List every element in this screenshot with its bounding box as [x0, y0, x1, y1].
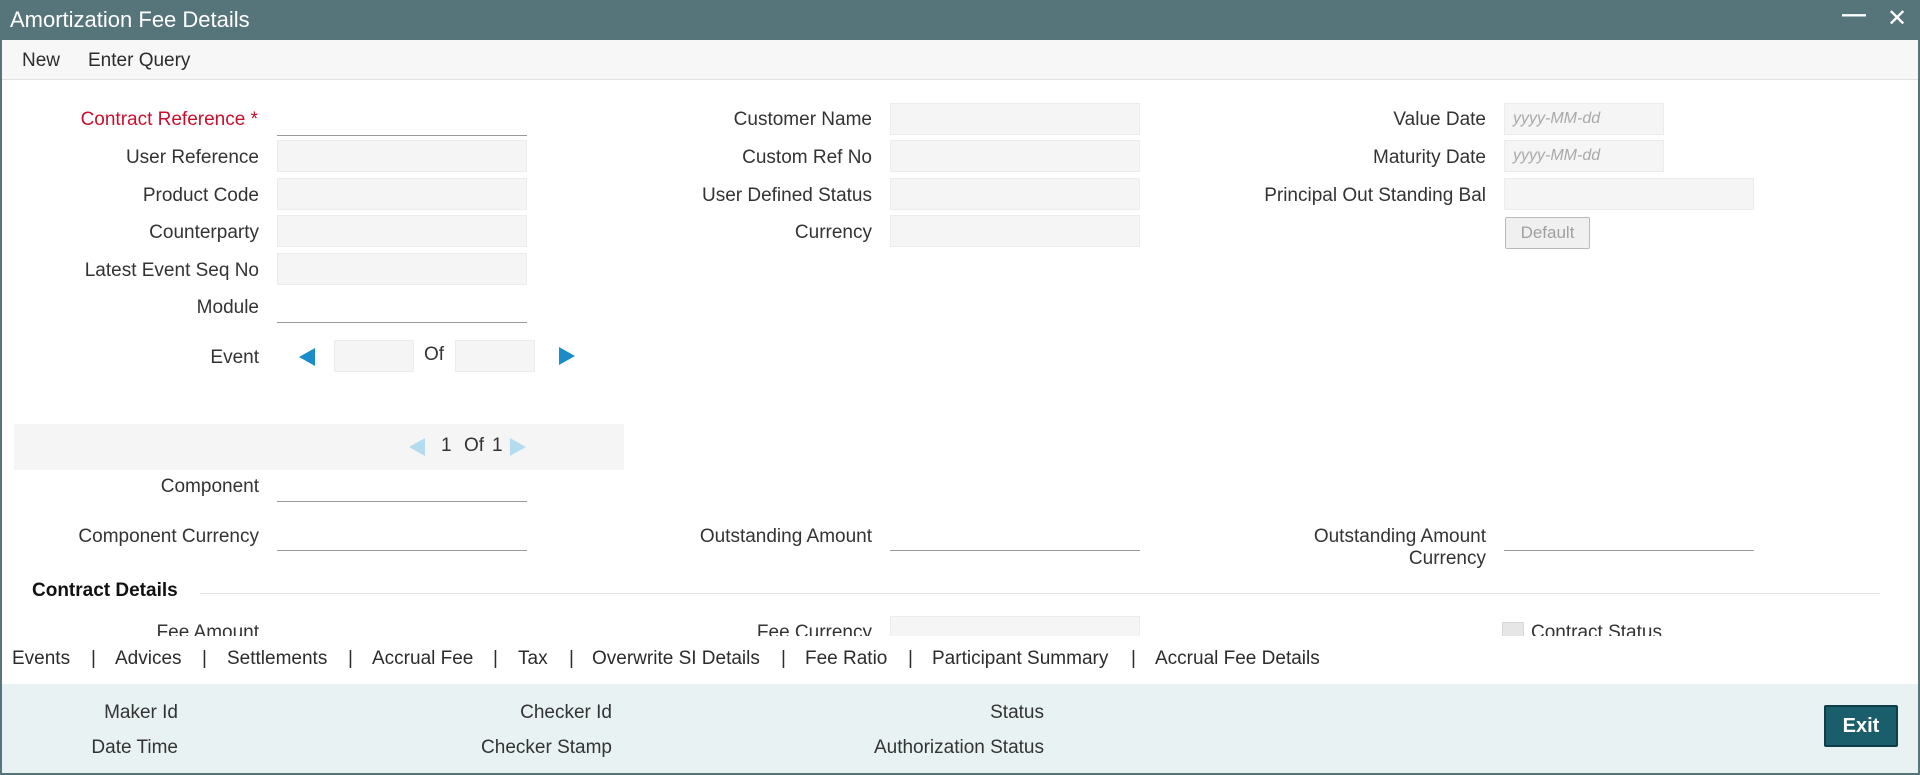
tab-fee-ratio[interactable]: Fee Ratio [805, 648, 887, 670]
currency-field[interactable] [890, 215, 1140, 247]
customer-name-field[interactable] [890, 103, 1140, 135]
event-total-field[interactable] [455, 340, 535, 372]
title-bar: Amortization Fee Details — ✕ [0, 0, 1920, 40]
tab-accrual-fee-details[interactable]: Accrual Fee Details [1155, 648, 1320, 670]
tab-participant-summary[interactable]: Participant Summary [932, 648, 1108, 670]
user-defined-status-label: User Defined Status [701, 185, 872, 206]
authorization-status-label: Authorization Status [873, 737, 1044, 758]
outstanding-amount-label: Outstanding Amount [699, 526, 872, 547]
tab-settlements[interactable]: Settlements [227, 648, 327, 670]
value-date-label: Value Date [1393, 109, 1486, 130]
tab-overwrite-si-details[interactable]: Overwrite SI Details [592, 648, 760, 670]
tab-separator: | [781, 648, 786, 669]
contract-reference-input[interactable] [277, 104, 527, 136]
menu-bar: New Enter Query [2, 40, 1918, 80]
outstanding-amount-input[interactable] [890, 519, 1140, 551]
close-icon[interactable]: ✕ [1887, 6, 1907, 32]
tab-separator: | [91, 648, 96, 669]
product-code-label: Product Code [142, 185, 259, 206]
contract-reference-label: Contract Reference * [81, 109, 258, 131]
window-title: Amortization Fee Details [10, 7, 250, 32]
currency-label: Currency [794, 222, 872, 243]
contract-reference-label-text: Contract Reference [80, 109, 246, 130]
tab-advices[interactable]: Advices [115, 648, 182, 670]
component-currency-input[interactable] [277, 519, 527, 551]
tab-events[interactable]: Events [12, 648, 70, 670]
maturity-date-field[interactable]: yyyy-MM-dd [1504, 140, 1664, 172]
user-reference-label: User Reference [125, 147, 259, 168]
counterparty-field[interactable] [277, 215, 527, 247]
principal-outstanding-bal-label: Principal Out Standing Bal [1264, 185, 1486, 206]
event-current-field[interactable] [334, 340, 414, 372]
contract-details-title: Contract Details [32, 580, 178, 601]
date-time-label: Date Time [91, 737, 178, 758]
tab-separator: | [348, 648, 353, 669]
module-label: Module [196, 297, 259, 318]
outstanding-amount-currency-label: Outstanding Amount Currency [1313, 526, 1486, 569]
value-date-field[interactable]: yyyy-MM-dd [1504, 103, 1664, 135]
tab-separator: | [569, 648, 574, 669]
tab-separator: | [493, 648, 498, 669]
event-of-label: Of [424, 344, 445, 365]
customer-name-label: Customer Name [733, 109, 872, 130]
product-code-field[interactable] [277, 178, 527, 210]
fee-currency-field[interactable] [890, 616, 1140, 636]
status-label: Status [990, 702, 1044, 723]
enter-query-menu-item[interactable]: Enter Query [88, 50, 190, 72]
default-button[interactable]: Default [1505, 217, 1590, 249]
checker-id-label: Checker Id [520, 702, 612, 723]
counterparty-label: Counterparty [149, 222, 259, 243]
minimize-icon[interactable]: — [1842, 2, 1866, 28]
tab-accrual-fee[interactable]: Accrual Fee [372, 648, 473, 670]
principal-outstanding-bal-field[interactable] [1504, 178, 1754, 210]
component-input[interactable] [277, 470, 527, 502]
latest-event-seq-no-label: Latest Event Seq No [84, 260, 259, 281]
component-label: Component [160, 476, 259, 497]
next-page-icon[interactable] [510, 438, 526, 456]
latest-event-seq-no-field[interactable] [277, 253, 527, 285]
previous-page-icon[interactable] [409, 438, 425, 456]
pager-total: 1 [492, 435, 503, 456]
contract-details-row: Fee Amount Fee Currency Contract Status [0, 600, 1920, 636]
fee-currency-label: Fee Currency [756, 622, 872, 636]
contract-status-label: Contract Status [1531, 622, 1662, 636]
tab-tax[interactable]: Tax [518, 648, 548, 670]
next-event-arrow-icon[interactable] [559, 347, 575, 365]
previous-event-arrow-icon[interactable] [299, 348, 315, 366]
checker-stamp-label: Checker Stamp [481, 737, 612, 758]
user-defined-status-field[interactable] [890, 178, 1140, 210]
pager-of: Of [464, 435, 485, 456]
tab-separator: | [1131, 648, 1136, 669]
maker-id-label: Maker Id [104, 702, 178, 723]
required-marker: * [250, 109, 258, 130]
contract-status-checkbox[interactable] [1502, 622, 1524, 636]
tab-separator: | [202, 648, 207, 669]
pager-current: 1 [441, 435, 452, 456]
section-divider [200, 593, 1880, 594]
custom-ref-no-label: Custom Ref No [742, 147, 872, 168]
new-menu-item[interactable]: New [22, 50, 60, 72]
fee-amount-label: Fee Amount [156, 622, 259, 636]
component-currency-label: Component Currency [78, 526, 259, 547]
exit-button[interactable]: Exit [1824, 705, 1898, 747]
event-label: Event [210, 347, 259, 368]
module-input[interactable] [277, 291, 527, 323]
maturity-date-label: Maturity Date [1373, 147, 1486, 168]
custom-ref-no-field[interactable] [890, 140, 1140, 172]
tab-separator: | [908, 648, 913, 669]
tab-bar: Events | Advices | Settlements | Accrual… [2, 636, 1918, 684]
outstanding-amount-currency-input[interactable] [1504, 519, 1754, 551]
audit-footer: Maker Id Date Time Checker Id Checker St… [2, 684, 1918, 773]
user-reference-field[interactable] [277, 140, 527, 172]
component-pager: 1 Of 1 [14, 424, 624, 470]
